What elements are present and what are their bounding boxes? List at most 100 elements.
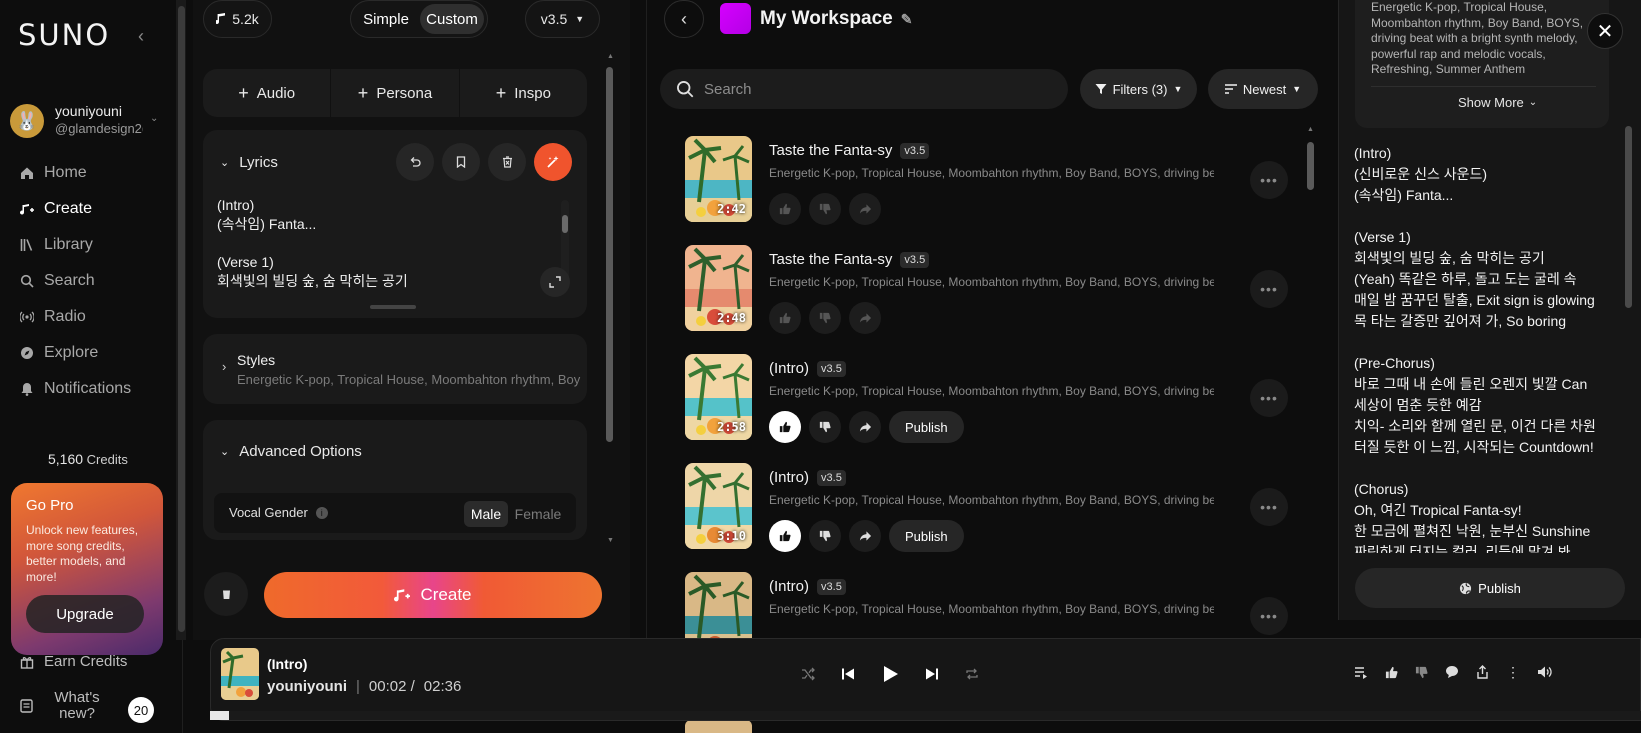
avatar[interactable]: 🐰 <box>10 104 44 138</box>
dislike-button[interactable] <box>809 193 841 225</box>
collapse-sidebar-icon[interactable]: ‹ <box>138 26 144 47</box>
song-title[interactable]: (Intro) <box>769 360 809 377</box>
progress-track[interactable] <box>210 711 1641 720</box>
styles-card[interactable]: › Styles Energetic K-pop, Tropical House… <box>203 334 587 404</box>
sidebar-item-library[interactable]: Library <box>20 233 93 257</box>
scroll-up-icon[interactable]: ▲ <box>607 53 614 60</box>
whats-new-link[interactable]: What's new? <box>20 690 107 722</box>
song-row[interactable]: 2:48 Taste the Fanta-sy v3.5 Energetic K-po… <box>685 245 1325 345</box>
sidebar-item-notifications[interactable]: Notifications <box>20 377 131 401</box>
song-more-button[interactable]: ••• <box>1250 379 1288 417</box>
dislike-button[interactable] <box>809 302 841 334</box>
share-button[interactable] <box>849 302 881 334</box>
scroll-down-icon[interactable]: ▼ <box>607 537 614 544</box>
publish-button[interactable]: Publish <box>889 411 964 443</box>
sort-button[interactable]: Newest ▼ <box>1208 69 1318 109</box>
lyrics-editor[interactable]: (Intro) (속삭임) Fanta... (Verse 1) 회색빛의 빌딩… <box>217 196 547 291</box>
sidebar-item-create[interactable]: Create <box>20 197 92 221</box>
like-button[interactable] <box>769 520 801 552</box>
add-audio-button[interactable]: + Audio <box>203 69 332 117</box>
next-icon[interactable] <box>925 667 939 681</box>
song-cover[interactable]: 2:48 <box>685 245 752 331</box>
back-button[interactable]: ‹ <box>664 0 704 38</box>
more-options-icon[interactable]: ⋮ <box>1506 665 1520 679</box>
like-button[interactable] <box>769 411 801 443</box>
expand-lyrics-button[interactable] <box>540 267 570 297</box>
resize-handle[interactable] <box>370 305 416 309</box>
previous-icon[interactable] <box>841 667 855 681</box>
close-button[interactable]: ✕ <box>1587 13 1623 49</box>
song-row[interactable]: 3:10 (Intro) v3.5 Energetic K-pop, Tropical… <box>685 463 1325 563</box>
share-button[interactable] <box>849 520 881 552</box>
song-title[interactable]: Taste the Fanta-sy <box>769 142 892 159</box>
search-input[interactable]: Search <box>660 69 1068 109</box>
create-panel-scrollbar[interactable]: ▲ ▼ <box>603 53 615 547</box>
song-more-button[interactable]: ••• <box>1250 270 1288 308</box>
create-button[interactable]: Create <box>264 572 602 618</box>
clear-lyrics-button[interactable] <box>488 143 526 181</box>
repeat-icon[interactable] <box>965 667 979 681</box>
thumbs-down-icon[interactable] <box>1415 666 1428 679</box>
comment-icon[interactable] <box>1445 665 1459 679</box>
vocal-male-button[interactable]: Male <box>464 501 508 527</box>
volume-icon[interactable] <box>1537 665 1552 679</box>
dislike-button[interactable] <box>809 520 841 552</box>
create-panel-scroll-thumb[interactable] <box>606 67 613 442</box>
magic-wand-button[interactable] <box>534 143 572 181</box>
like-button[interactable] <box>769 193 801 225</box>
undo-button[interactable] <box>396 143 434 181</box>
song-row[interactable]: 2:58 (Intro) v3.5 Energetic K-pop, Tropical… <box>685 354 1325 454</box>
queue-icon[interactable] <box>1354 665 1368 679</box>
song-title[interactable]: (Intro) <box>769 469 809 486</box>
suno-logo[interactable]: SUNO <box>18 18 110 52</box>
mode-custom-button[interactable]: Custom <box>420 4 484 34</box>
upgrade-button[interactable]: Upgrade <box>26 595 144 633</box>
detail-scroll-thumb[interactable] <box>1625 126 1632 308</box>
advanced-options-header[interactable]: ⌄ Advanced Options <box>220 443 362 460</box>
shuffle-icon[interactable] <box>801 667 815 681</box>
delete-button[interactable] <box>204 572 248 616</box>
sidebar-item-explore[interactable]: Explore <box>20 341 98 365</box>
song-cover[interactable] <box>685 720 752 733</box>
bookmark-button[interactable] <box>442 143 480 181</box>
song-more-button[interactable]: ••• <box>1250 161 1288 199</box>
share-button[interactable] <box>849 411 881 443</box>
like-button[interactable] <box>769 302 801 334</box>
lyrics-scrollbar-thumb[interactable] <box>562 215 568 233</box>
song-title[interactable]: Taste the Fanta-sy <box>769 251 892 268</box>
earn-credits-link[interactable]: Earn Credits <box>20 653 127 670</box>
lyrics-header[interactable]: ⌄ Lyrics <box>220 154 278 171</box>
share-icon[interactable] <box>1476 665 1489 679</box>
detail-publish-button[interactable]: Publish <box>1355 568 1625 608</box>
show-more-button[interactable]: Show More ⌄ <box>1458 95 1537 110</box>
share-button[interactable] <box>849 193 881 225</box>
edit-pencil-icon[interactable]: ✎ <box>901 11 913 28</box>
song-more-button[interactable]: ••• <box>1250 597 1288 635</box>
filters-button[interactable]: Filters (3) ▼ <box>1080 69 1197 109</box>
song-cover[interactable]: 2:42 <box>685 136 752 222</box>
play-icon[interactable] <box>881 665 899 683</box>
add-inspo-button[interactable]: + Inspo <box>460 69 587 117</box>
mode-simple-button[interactable]: Simple <box>354 4 418 34</box>
search-icon <box>20 274 34 288</box>
sidebar-item-search[interactable]: Search <box>20 269 95 293</box>
sidebar-item-radio[interactable]: Radio <box>20 305 86 329</box>
thumbs-up-icon[interactable] <box>1385 666 1398 679</box>
player-artist[interactable]: youniyouni <box>267 678 347 695</box>
model-select[interactable]: v3.5 ▼ <box>525 0 600 38</box>
song-cover[interactable]: 2:58 <box>685 354 752 440</box>
song-description: Energetic K-pop, Tropical House, Moombah… <box>769 493 1214 507</box>
sidebar-item-home[interactable]: Home <box>20 161 87 185</box>
sidebar-scrollbar-thumb[interactable] <box>178 6 185 632</box>
info-icon[interactable]: i <box>315 506 328 519</box>
song-title[interactable]: (Intro) <box>769 578 809 595</box>
vocal-female-button[interactable]: Female <box>512 501 564 527</box>
publish-button[interactable]: Publish <box>889 520 964 552</box>
add-persona-button[interactable]: + Persona <box>331 69 460 117</box>
scroll-up-icon[interactable]: ▲ <box>1307 126 1314 133</box>
chevron-down-icon[interactable]: ⌄ <box>150 113 158 124</box>
song-row[interactable]: 2:42 Taste the Fanta-sy v3.5 Energetic K-po… <box>685 136 1325 236</box>
dislike-button[interactable] <box>809 411 841 443</box>
song-cover[interactable]: 3:10 <box>685 463 752 549</box>
song-more-button[interactable]: ••• <box>1250 488 1288 526</box>
